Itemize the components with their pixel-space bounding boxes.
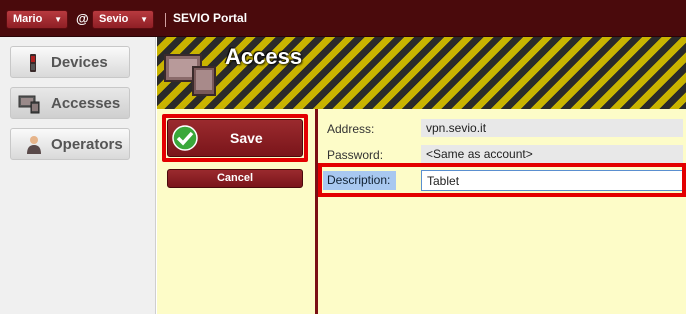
company-menu-label: Sevio [99,13,129,25]
chevron-down-icon: ▼ [140,15,148,24]
sidebar-item-label: Devices [51,54,108,71]
password-field: <Same as account> [421,145,683,163]
address-label: Address: [327,122,375,136]
phone-icon [30,54,36,72]
title-divider [165,13,166,27]
save-label: Save [230,130,263,146]
sidebar-item-label: Operators [51,136,123,153]
cancel-button[interactable]: Cancel [167,169,303,188]
sidebar-item-label: Accesses [51,95,121,112]
devices-icon [164,54,216,96]
devices-icon [18,95,40,114]
portal-title: SEVIO Portal [173,11,248,25]
page-title: Access [225,44,303,69]
page-header: Access [157,37,686,109]
top-bar: Mario ▼ @ Sevio ▼ SEVIO Portal [0,0,686,37]
access-form [318,109,686,314]
company-menu-button[interactable]: Sevio ▼ [92,10,154,29]
sidebar-item-devices[interactable]: Devices [10,46,130,78]
checkmark-icon [172,125,198,151]
sidebar-item-accesses[interactable]: Accesses [10,87,130,119]
user-menu-label: Mario [13,13,43,25]
address-field: vpn.sevio.it [421,119,683,137]
user-menu-button[interactable]: Mario ▼ [6,10,68,29]
sidebar: Devices Accesses Operators [0,37,156,314]
at-separator: @ [76,11,89,26]
chevron-down-icon: ▼ [54,15,62,24]
password-label: Password: [327,148,384,162]
person-icon [27,136,41,154]
save-button[interactable]: Save [167,119,303,157]
sidebar-item-operators[interactable]: Operators [10,128,130,160]
description-highlight [318,163,686,197]
